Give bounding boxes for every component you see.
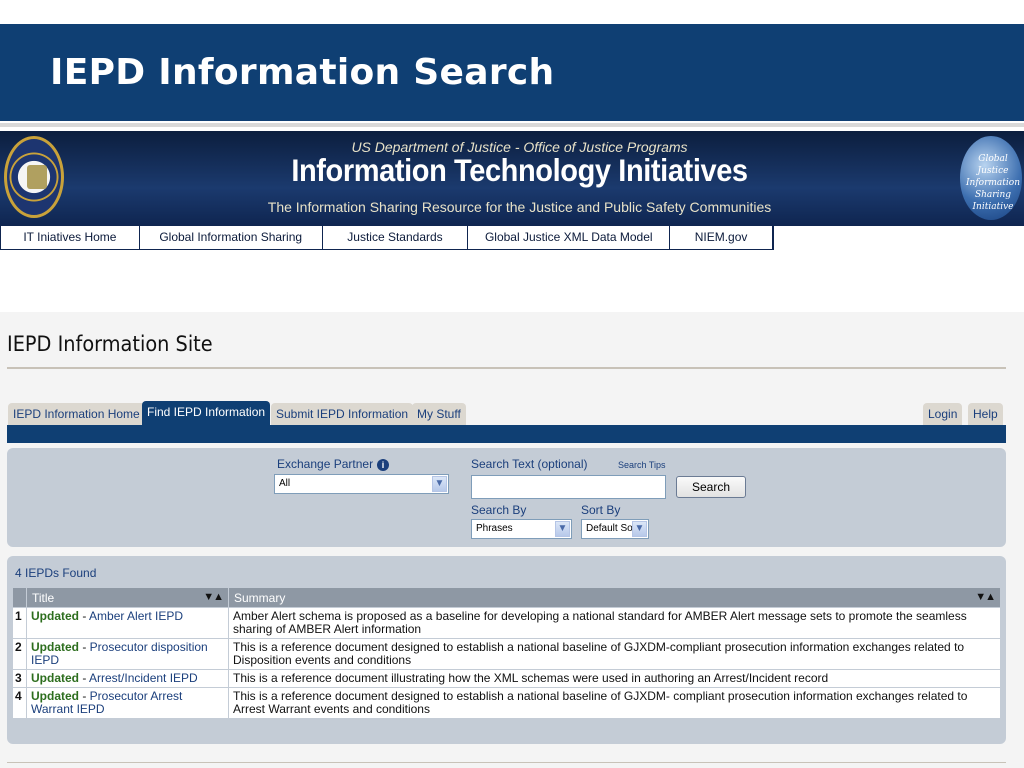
help-tab[interactable]: Help bbox=[968, 403, 1003, 425]
updated-badge: Updated bbox=[31, 671, 79, 685]
table-row: 4 Updated - Prosecutor Arrest Warrant IE… bbox=[12, 687, 1001, 719]
updated-badge: Updated bbox=[31, 609, 79, 623]
updated-badge: Updated bbox=[31, 689, 79, 703]
tab-submit-iepd-information[interactable]: Submit IEPD Information bbox=[271, 403, 414, 425]
chevron-down-icon: ▼ bbox=[555, 521, 570, 537]
search-by-label: Search By bbox=[471, 503, 527, 517]
sort-by-select[interactable]: Default Sort ▼ bbox=[581, 519, 649, 539]
tab-iepd-information-home[interactable]: IEPD Information Home bbox=[8, 403, 145, 425]
summary-cell: This is a reference document illustratin… bbox=[228, 669, 1001, 688]
title-underline bbox=[0, 123, 1024, 127]
table-row: 2 Updated - Prosecutor disposition IEPD … bbox=[12, 638, 1001, 670]
updated-badge: Updated bbox=[31, 640, 79, 654]
nav-it-initiatives-home[interactable]: IT Iniatives Home bbox=[1, 226, 140, 249]
nav-justice-standards[interactable]: Justice Standards bbox=[323, 226, 469, 249]
title-cell: Updated - Prosecutor disposition IEPD bbox=[26, 638, 229, 670]
index-column-header bbox=[12, 587, 27, 608]
summary-cell: This is a reference document designed to… bbox=[228, 687, 1001, 719]
banner-main-line: Information Technology Initiatives bbox=[291, 153, 748, 189]
summary-column-header[interactable]: Summary ▼▲ bbox=[228, 587, 1001, 608]
title-cell: Updated - Prosecutor Arrest Warrant IEPD bbox=[26, 687, 229, 719]
search-by-select[interactable]: Phrases ▼ bbox=[471, 519, 572, 539]
chevron-down-icon: ▼ bbox=[432, 476, 447, 492]
chevron-down-icon: ▼ bbox=[632, 521, 647, 537]
row-index: 1 bbox=[12, 607, 27, 639]
bottom-divider bbox=[7, 762, 1006, 763]
row-index: 4 bbox=[12, 687, 27, 719]
summary-cell: This is a reference document designed to… bbox=[228, 638, 1001, 670]
title-cell: Updated - Arrest/Incident IEPD bbox=[26, 669, 229, 688]
summary-cell: Amber Alert schema is proposed as a base… bbox=[228, 607, 1001, 639]
iepd-title-link[interactable]: Arrest/Incident IEPD bbox=[89, 671, 198, 685]
search-text-label: Search Text (optional) bbox=[471, 457, 588, 471]
site-title: IEPD Information Site bbox=[7, 332, 213, 356]
tab-find-iepd-information[interactable]: Find IEPD Information bbox=[142, 401, 271, 425]
exchange-partner-label: Exchange Partner i bbox=[277, 457, 390, 471]
iepd-title-link[interactable]: Amber Alert IEPD bbox=[89, 609, 183, 623]
table-row: 3 Updated - Arrest/Incident IEPD This is… bbox=[12, 669, 1001, 688]
banner-sub-line: The Information Sharing Resource for the… bbox=[267, 199, 772, 215]
nav-global-justice-xml[interactable]: Global Justice XML Data Model bbox=[468, 226, 671, 249]
results-header-row: Title ▼▲ Summary ▼▲ bbox=[12, 587, 1001, 608]
sort-arrows-icon[interactable]: ▼▲ bbox=[203, 591, 224, 603]
title-column-header[interactable]: Title ▼▲ bbox=[26, 587, 229, 608]
row-index: 2 bbox=[12, 638, 27, 670]
tab-bar bbox=[7, 425, 1006, 443]
search-text-input[interactable] bbox=[471, 475, 666, 499]
exchange-partner-select[interactable]: All ▼ bbox=[274, 474, 449, 494]
slide-title: IEPD Information Search bbox=[50, 52, 555, 93]
search-tips-link[interactable]: Search Tips bbox=[618, 460, 666, 470]
sort-by-label: Sort By bbox=[581, 503, 621, 517]
banner-nav: IT Iniatives Home Global Information Sha… bbox=[0, 226, 774, 250]
title-cell: Updated - Amber Alert IEPD bbox=[26, 607, 229, 639]
results-table: Title ▼▲ Summary ▼▲ 1 Updated - Amber Aler… bbox=[12, 587, 1001, 719]
search-button[interactable]: Search bbox=[676, 476, 746, 498]
nav-global-information-sharing[interactable]: Global Information Sharing bbox=[140, 226, 323, 249]
tab-my-stuff[interactable]: My Stuff bbox=[412, 403, 466, 425]
sort-arrows-icon[interactable]: ▼▲ bbox=[975, 591, 996, 603]
results-count: 4 IEPDs Found bbox=[15, 566, 97, 580]
nav-niem-gov[interactable]: NIEM.gov bbox=[670, 226, 773, 249]
global-justice-logo[interactable]: Global Justice Information Sharing Initi… bbox=[960, 136, 1022, 220]
table-row: 1 Updated - Amber Alert IEPD Amber Alert… bbox=[12, 607, 1001, 639]
row-index: 3 bbox=[12, 669, 27, 688]
site-title-divider bbox=[7, 367, 1006, 369]
login-tab[interactable]: Login bbox=[923, 403, 963, 425]
info-icon[interactable]: i bbox=[377, 459, 390, 471]
